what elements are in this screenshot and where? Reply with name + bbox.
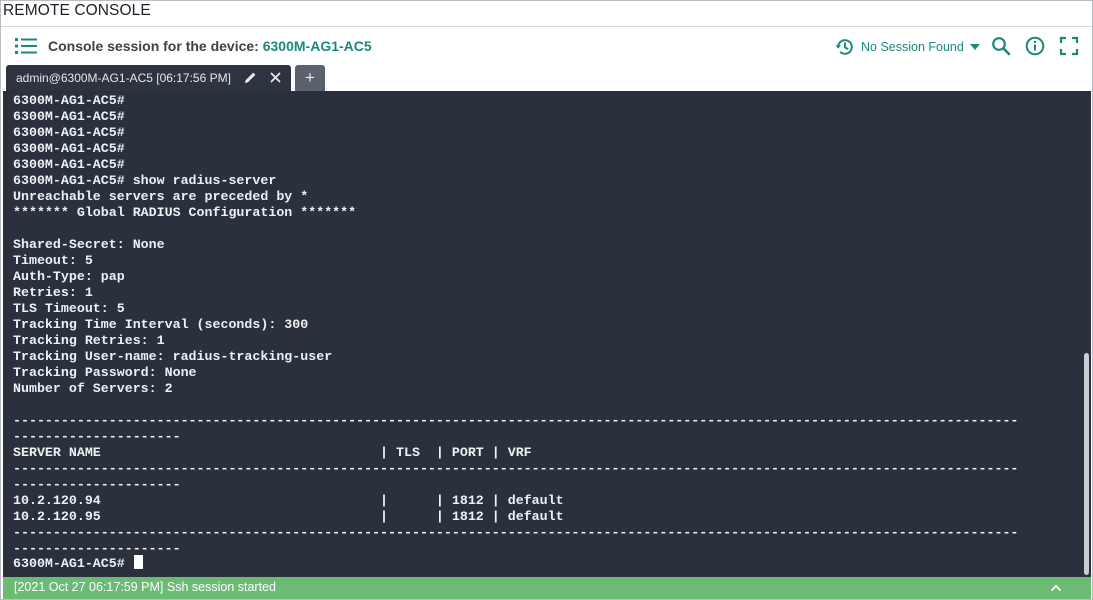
terminal-line: ******* Global RADIUS Configuration ****… (13, 205, 357, 220)
session-history-dropdown[interactable]: No Session Found (835, 36, 980, 58)
terminal-line: Timeout: 5 (13, 253, 93, 268)
terminal-line: ----------------------------------------… (13, 413, 1019, 428)
session-status-label: No Session Found (861, 40, 964, 54)
chevron-up-icon[interactable] (1050, 583, 1062, 592)
session-tab-bar: admin@6300M-AG1-AC5 [06:17:56 PM] + (1, 65, 1092, 91)
session-title-prefix: Console session for the device: (48, 38, 263, 54)
terminal-line: --------------------- (13, 429, 181, 444)
close-icon[interactable] (269, 71, 282, 84)
terminal-line: --------------------- (13, 541, 181, 556)
terminal-line: ----------------------------------------… (13, 525, 1019, 540)
terminal-line: 10.2.120.95 | | 1812 | default (13, 509, 564, 524)
device-name: 6300M-AG1-AC5 (262, 38, 372, 54)
scrollbar-thumb[interactable] (1084, 353, 1089, 575)
terminal-line: --------------------- (13, 477, 181, 492)
list-icon[interactable] (15, 38, 37, 54)
terminal-line: 10.2.120.94 | | 1812 | default (13, 493, 564, 508)
console-header: Console session for the device: 6300M-AG… (1, 27, 1092, 65)
terminal-line: TLS Timeout: 5 (13, 301, 125, 316)
session-tab[interactable]: admin@6300M-AG1-AC5 [06:17:56 PM] (6, 65, 291, 91)
terminal-line: 6300M-AG1-AC5# (13, 125, 125, 140)
terminal-line: 6300M-AG1-AC5# (13, 141, 125, 156)
terminal-lines: 6300M-AG1-AC5# 6300M-AG1-AC5# 6300M-AG1-AC… (13, 93, 1018, 557)
terminal-line: SERVER NAME | TLS | PORT | VRF (13, 445, 532, 460)
session-tab-label: admin@6300M-AG1-AC5 [06:17:56 PM] (16, 71, 231, 85)
terminal-line: 6300M-AG1-AC5# (13, 109, 125, 124)
terminal-line: Tracking Time Interval (seconds): 300 (13, 317, 309, 332)
expand-icon[interactable] (1059, 36, 1079, 56)
window-title: REMOTE CONSOLE (3, 2, 151, 19)
terminal-line: Tracking Password: None (13, 365, 197, 380)
terminal-line: Tracking Retries: 1 (13, 333, 165, 348)
info-icon[interactable] (1025, 36, 1045, 56)
terminal-output[interactable]: 6300M-AG1-AC5# 6300M-AG1-AC5# 6300M-AG1-AC… (3, 91, 1091, 577)
terminal-scrollbar[interactable] (1082, 91, 1091, 577)
terminal-line: 6300M-AG1-AC5# show radius-server (13, 173, 277, 188)
terminal-line: Shared-Secret: None (13, 237, 165, 252)
remote-console-window: REMOTE CONSOLE Console session for the d… (0, 0, 1093, 600)
search-icon[interactable] (991, 36, 1011, 56)
terminal-line: 6300M-AG1-AC5# (13, 93, 125, 108)
history-icon (835, 39, 853, 55)
terminal-line: Auth-Type: pap (13, 269, 125, 284)
terminal-prompt: 6300M-AG1-AC5# (13, 556, 133, 571)
add-tab-button[interactable]: + (295, 65, 325, 91)
status-bar[interactable]: [2021 Oct 27 06:17:59 PM] Ssh session st… (3, 577, 1091, 599)
terminal-line: Tracking User-name: radius-tracking-user (13, 349, 333, 364)
terminal-prompt-line[interactable]: 6300M-AG1-AC5# (13, 555, 143, 571)
terminal-line: Retries: 1 (13, 285, 93, 300)
console-session-title: Console session for the device: 6300M-AG… (48, 38, 372, 54)
terminal-line: ----------------------------------------… (13, 461, 1019, 476)
pencil-icon[interactable] (244, 71, 257, 84)
caret-down-icon (969, 44, 980, 50)
terminal-line: 6300M-AG1-AC5# (13, 157, 125, 172)
status-message: [2021 Oct 27 06:17:59 PM] Ssh session st… (14, 580, 276, 594)
terminal-line: Unreachable servers are preceded by * (13, 189, 309, 204)
terminal-line: Number of Servers: 2 (13, 381, 173, 396)
terminal-cursor (133, 555, 143, 569)
